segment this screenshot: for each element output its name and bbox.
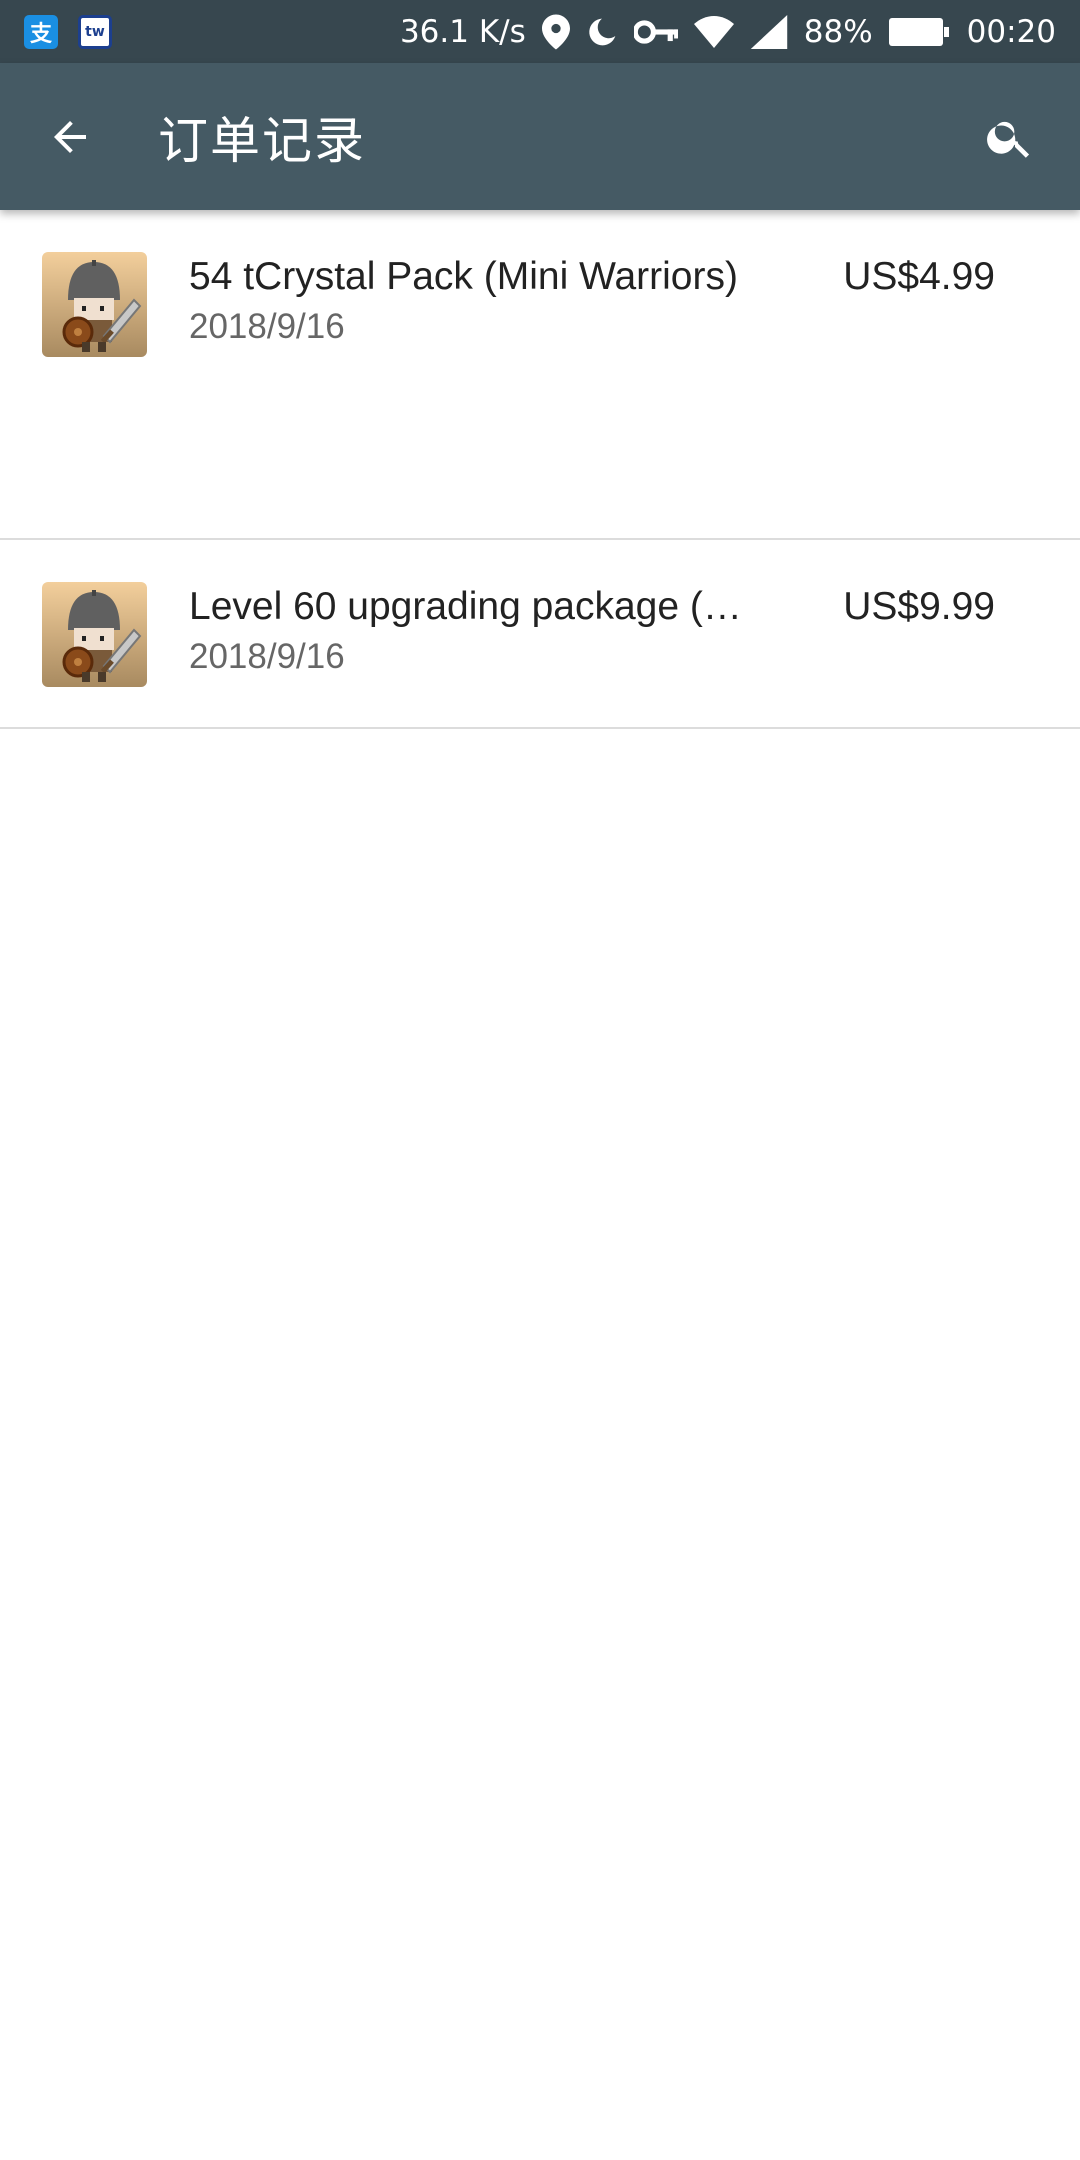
mini-warriors-knight-icon <box>42 252 147 357</box>
alipay-app-icon: 支 <box>24 14 58 49</box>
order-item-price: US$4.99 <box>843 255 995 298</box>
order-item-name: 54 tCrystal Pack (Mini Warriors) <box>189 255 738 298</box>
mini-warriors-knight-icon <box>42 582 147 687</box>
order-item-price: US$9.99 <box>843 585 995 628</box>
cellular-signal-icon <box>750 14 788 49</box>
order-list: 54 tCrystal Pack (Mini Warriors) 2018/9/… <box>0 210 1080 729</box>
back-button[interactable] <box>10 63 130 210</box>
clock: 00:20 <box>966 13 1056 50</box>
search-button[interactable] <box>940 63 1080 210</box>
page-title: 订单记录 <box>158 111 366 170</box>
battery-percent: 88% <box>803 13 873 50</box>
vpn-key-icon <box>633 18 678 46</box>
order-item-name: Level 60 upgrading package (… <box>189 585 742 628</box>
order-list-item[interactable]: Level 60 upgrading package (… 2018/9/16 … <box>0 540 1080 729</box>
order-list-item[interactable]: 54 tCrystal Pack (Mini Warriors) 2018/9/… <box>0 210 1080 540</box>
status-bar: 支 tw 36.1 K/s 88% 00:20 <box>0 0 1080 63</box>
location-icon <box>541 14 570 50</box>
order-item-date: 2018/9/16 <box>189 307 345 346</box>
battery-icon <box>888 17 949 46</box>
do-not-disturb-moon-icon <box>586 16 618 48</box>
wifi-icon <box>693 15 734 48</box>
order-item-date: 2018/9/16 <box>189 637 345 676</box>
arrow-back-icon <box>54 120 86 153</box>
notification-app-icon: tw <box>78 14 112 49</box>
app-toolbar: 订单记录 <box>0 63 1080 210</box>
network-speed: 36.1 K/s <box>399 13 526 50</box>
search-icon <box>987 121 1030 158</box>
